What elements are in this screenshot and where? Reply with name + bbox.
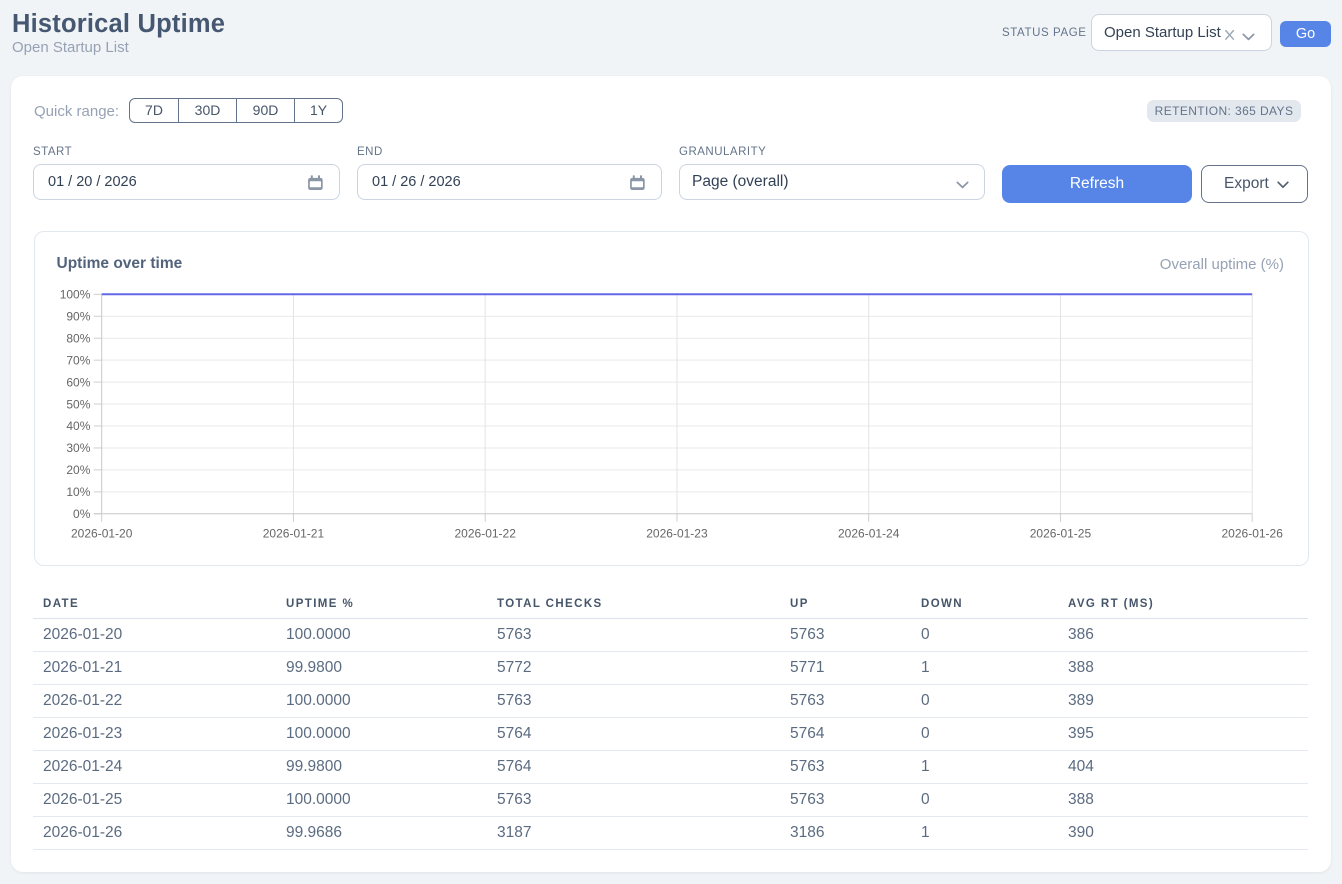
svg-text:60%: 60% (66, 375, 90, 389)
svg-text:10%: 10% (66, 485, 90, 499)
svg-text:2026-01-21: 2026-01-21 (263, 526, 325, 540)
svg-text:2026-01-24: 2026-01-24 (838, 526, 900, 540)
svg-text:2026-01-26: 2026-01-26 (1222, 526, 1284, 540)
svg-text:20%: 20% (66, 463, 90, 477)
svg-text:2026-01-25: 2026-01-25 (1030, 526, 1092, 540)
svg-text:40%: 40% (66, 419, 90, 433)
svg-text:2026-01-23: 2026-01-23 (646, 526, 708, 540)
svg-text:50%: 50% (66, 397, 90, 411)
svg-text:100%: 100% (60, 288, 91, 302)
svg-text:2026-01-20: 2026-01-20 (71, 526, 133, 540)
svg-text:30%: 30% (66, 441, 90, 455)
svg-text:2026-01-22: 2026-01-22 (455, 526, 517, 540)
svg-text:0%: 0% (73, 507, 91, 521)
svg-text:70%: 70% (66, 353, 90, 367)
svg-text:90%: 90% (66, 309, 90, 323)
svg-text:80%: 80% (66, 331, 90, 345)
